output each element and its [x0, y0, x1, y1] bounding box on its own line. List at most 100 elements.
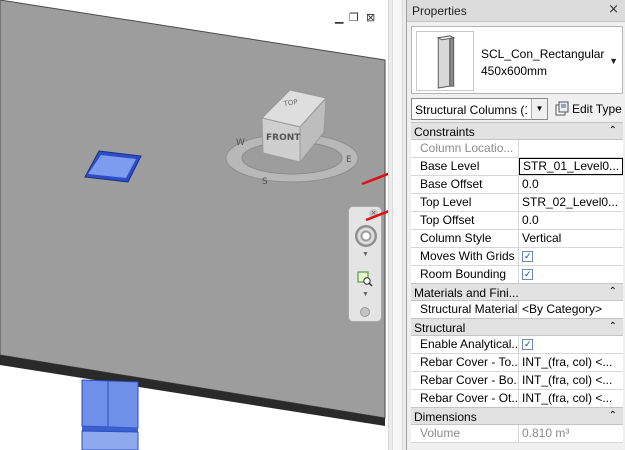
section-header[interactable]: Constraints ⌃	[411, 122, 623, 140]
properties-palette: Properties × SCL_Con_Rectangular 450x600…	[406, 0, 625, 450]
3d-viewport[interactable]: W S E TOP FRONT ▁ ❐ ⊠ × ▼ ▼	[0, 0, 388, 450]
property-row[interactable]: Rebar Cover - Ot... INT_(fra, col) <...	[411, 390, 623, 408]
close-view-icon[interactable]: ⊠	[366, 12, 375, 24]
minimize-icon[interactable]: ▁	[335, 12, 343, 24]
instance-filter-value: Structural Columns (1)	[415, 103, 527, 117]
type-size-name: 450x600mm	[481, 64, 548, 78]
parameter-checkbox-cell[interactable]	[519, 266, 623, 283]
compass-west: W	[236, 138, 245, 148]
section-header[interactable]: Materials and Fini... ⌃	[411, 283, 623, 301]
parameter-name: Base Offset	[411, 176, 519, 193]
annotation-arrow-top-level	[365, 210, 388, 222]
parameter-value[interactable]: 0.0	[519, 212, 623, 229]
parameter-value[interactable]: 0.0	[519, 176, 623, 193]
section-header[interactable]: Dimensions ⌃	[411, 407, 623, 425]
parameter-checkbox-cell[interactable]	[519, 336, 623, 353]
steering-wheel-icon[interactable]	[355, 225, 377, 247]
parameter-value[interactable]: STR_01_Level0...	[519, 158, 623, 175]
parameter-checkbox-cell[interactable]	[519, 248, 623, 265]
parameter-name: Room Bounding	[411, 266, 519, 283]
chevron-down-icon[interactable]: ▼	[362, 251, 369, 259]
section-header[interactable]: Structural ⌃	[411, 318, 623, 336]
checkbox[interactable]	[522, 249, 533, 265]
parameter-name: Base Level	[411, 158, 519, 175]
property-row[interactable]: Column Locatio...	[411, 140, 623, 158]
parameter-value[interactable]: <By Category>	[519, 301, 623, 318]
close-icon[interactable]: ×	[608, 3, 619, 17]
restore-icon[interactable]: ❐	[349, 12, 359, 24]
collapse-icon[interactable]: ⌃	[609, 125, 617, 136]
section-label: Materials and Fini...	[414, 286, 519, 300]
checkbox[interactable]	[522, 337, 533, 353]
properties-grid: Constraints ⌃ Column Locatio... Base Level S…	[411, 122, 623, 443]
parameter-value-text: 0.810 m³	[522, 426, 570, 440]
parameter-name: Top Level	[411, 194, 519, 211]
parameter-name: Rebar Cover - Bo...	[411, 372, 519, 389]
structural-column-below	[81, 379, 139, 450]
section-label: Constraints	[414, 125, 475, 139]
parameter-value	[519, 140, 623, 157]
parameter-name: Column Style	[411, 230, 519, 247]
parameter-name: Enable Analytical...	[411, 336, 519, 353]
property-row[interactable]: Rebar Cover - Bo... INT_(fra, col) <...	[411, 372, 623, 390]
floor-slab-top	[0, 0, 386, 419]
collapse-icon[interactable]: ⌃	[609, 286, 617, 297]
parameter-name: Column Locatio...	[411, 140, 519, 157]
edit-type-label: Edit Type	[572, 102, 622, 116]
compass-south: S	[262, 177, 268, 187]
property-row[interactable]: Base Level STR_01_Level0...	[411, 158, 623, 176]
checkbox[interactable]	[522, 267, 533, 283]
instance-filter-dropdown[interactable]: Structural Columns (1) ▼	[411, 98, 548, 120]
parameter-name: Rebar Cover - To...	[411, 354, 519, 371]
chevron-down-icon[interactable]: ▼	[362, 291, 369, 299]
dropdown-arrow-icon[interactable]: ▼	[609, 56, 618, 66]
property-row[interactable]: Top Level STR_02_Level0...	[411, 194, 623, 212]
parameter-name: Rebar Cover - Ot...	[411, 390, 519, 407]
column-preview-icon	[416, 31, 474, 91]
section-label: Dimensions	[414, 410, 477, 424]
type-family-name: SCL_Con_Rectangular	[481, 47, 605, 61]
collapse-icon[interactable]: ⌃	[609, 410, 617, 421]
property-row[interactable]: Base Offset 0.0	[411, 176, 623, 194]
navbar-options-icon[interactable]	[360, 307, 370, 317]
property-row[interactable]: Rebar Cover - To... INT_(fra, col) <...	[411, 354, 623, 372]
parameter-value-text: INT_(fra, col) <...	[522, 373, 613, 387]
property-row[interactable]: Column Style Vertical	[411, 230, 623, 248]
parameter-value-text: INT_(fra, col) <...	[522, 355, 613, 369]
property-row[interactable]: Moves With Grids	[411, 248, 623, 266]
parameter-name: Moves With Grids	[411, 248, 519, 265]
parameter-name: Volume	[411, 425, 519, 442]
annotation-arrow-base-level	[361, 172, 388, 186]
property-row[interactable]: Volume 0.810 m³	[411, 425, 623, 443]
parameter-value[interactable]: STR_02_Level0...	[519, 194, 623, 211]
property-row[interactable]: Structural Material <By Category>	[411, 301, 623, 319]
collapse-icon[interactable]: ⌃	[609, 321, 617, 332]
parameter-value-text: 0.0	[522, 213, 539, 227]
compass-east: E	[346, 155, 352, 165]
type-selector[interactable]: SCL_Con_Rectangular 450x600mm ▼	[411, 26, 623, 94]
parameter-value[interactable]: INT_(fra, col) <...	[519, 372, 623, 389]
chevron-down-icon[interactable]: ▼	[531, 99, 547, 119]
parameter-value-text: 0.0	[522, 177, 539, 191]
parameter-name: Top Offset	[411, 212, 519, 229]
parameter-value[interactable]: Vertical	[519, 230, 623, 247]
property-row[interactable]: Top Offset 0.0	[411, 212, 623, 230]
parameter-value-text: STR_02_Level0...	[522, 195, 619, 209]
parameter-value-text: INT_(fra, col) <...	[522, 391, 613, 405]
viewcube-front-label: FRONT	[266, 133, 301, 143]
scrollbar-thumb[interactable]	[392, 0, 403, 450]
property-row[interactable]: Room Bounding	[411, 266, 623, 284]
parameter-value[interactable]: INT_(fra, col) <...	[519, 354, 623, 371]
parameter-value-text: Vertical	[522, 231, 562, 245]
edit-type-button[interactable]: Edit Type	[553, 99, 625, 119]
view-scrollbar[interactable]	[388, 0, 406, 450]
property-row[interactable]: Enable Analytical...	[411, 336, 623, 354]
properties-titlebar[interactable]: Properties ×	[407, 0, 625, 22]
parameter-value[interactable]: INT_(fra, col) <...	[519, 390, 623, 407]
3d-scene[interactable]: W S E TOP FRONT	[0, 0, 388, 450]
zoom-region-icon[interactable]	[357, 271, 373, 287]
parameter-name: Structural Material	[411, 301, 519, 318]
edit-type-icon	[555, 101, 569, 116]
parameter-value-text: <By Category>	[522, 302, 603, 316]
section-label: Structural	[414, 321, 466, 335]
